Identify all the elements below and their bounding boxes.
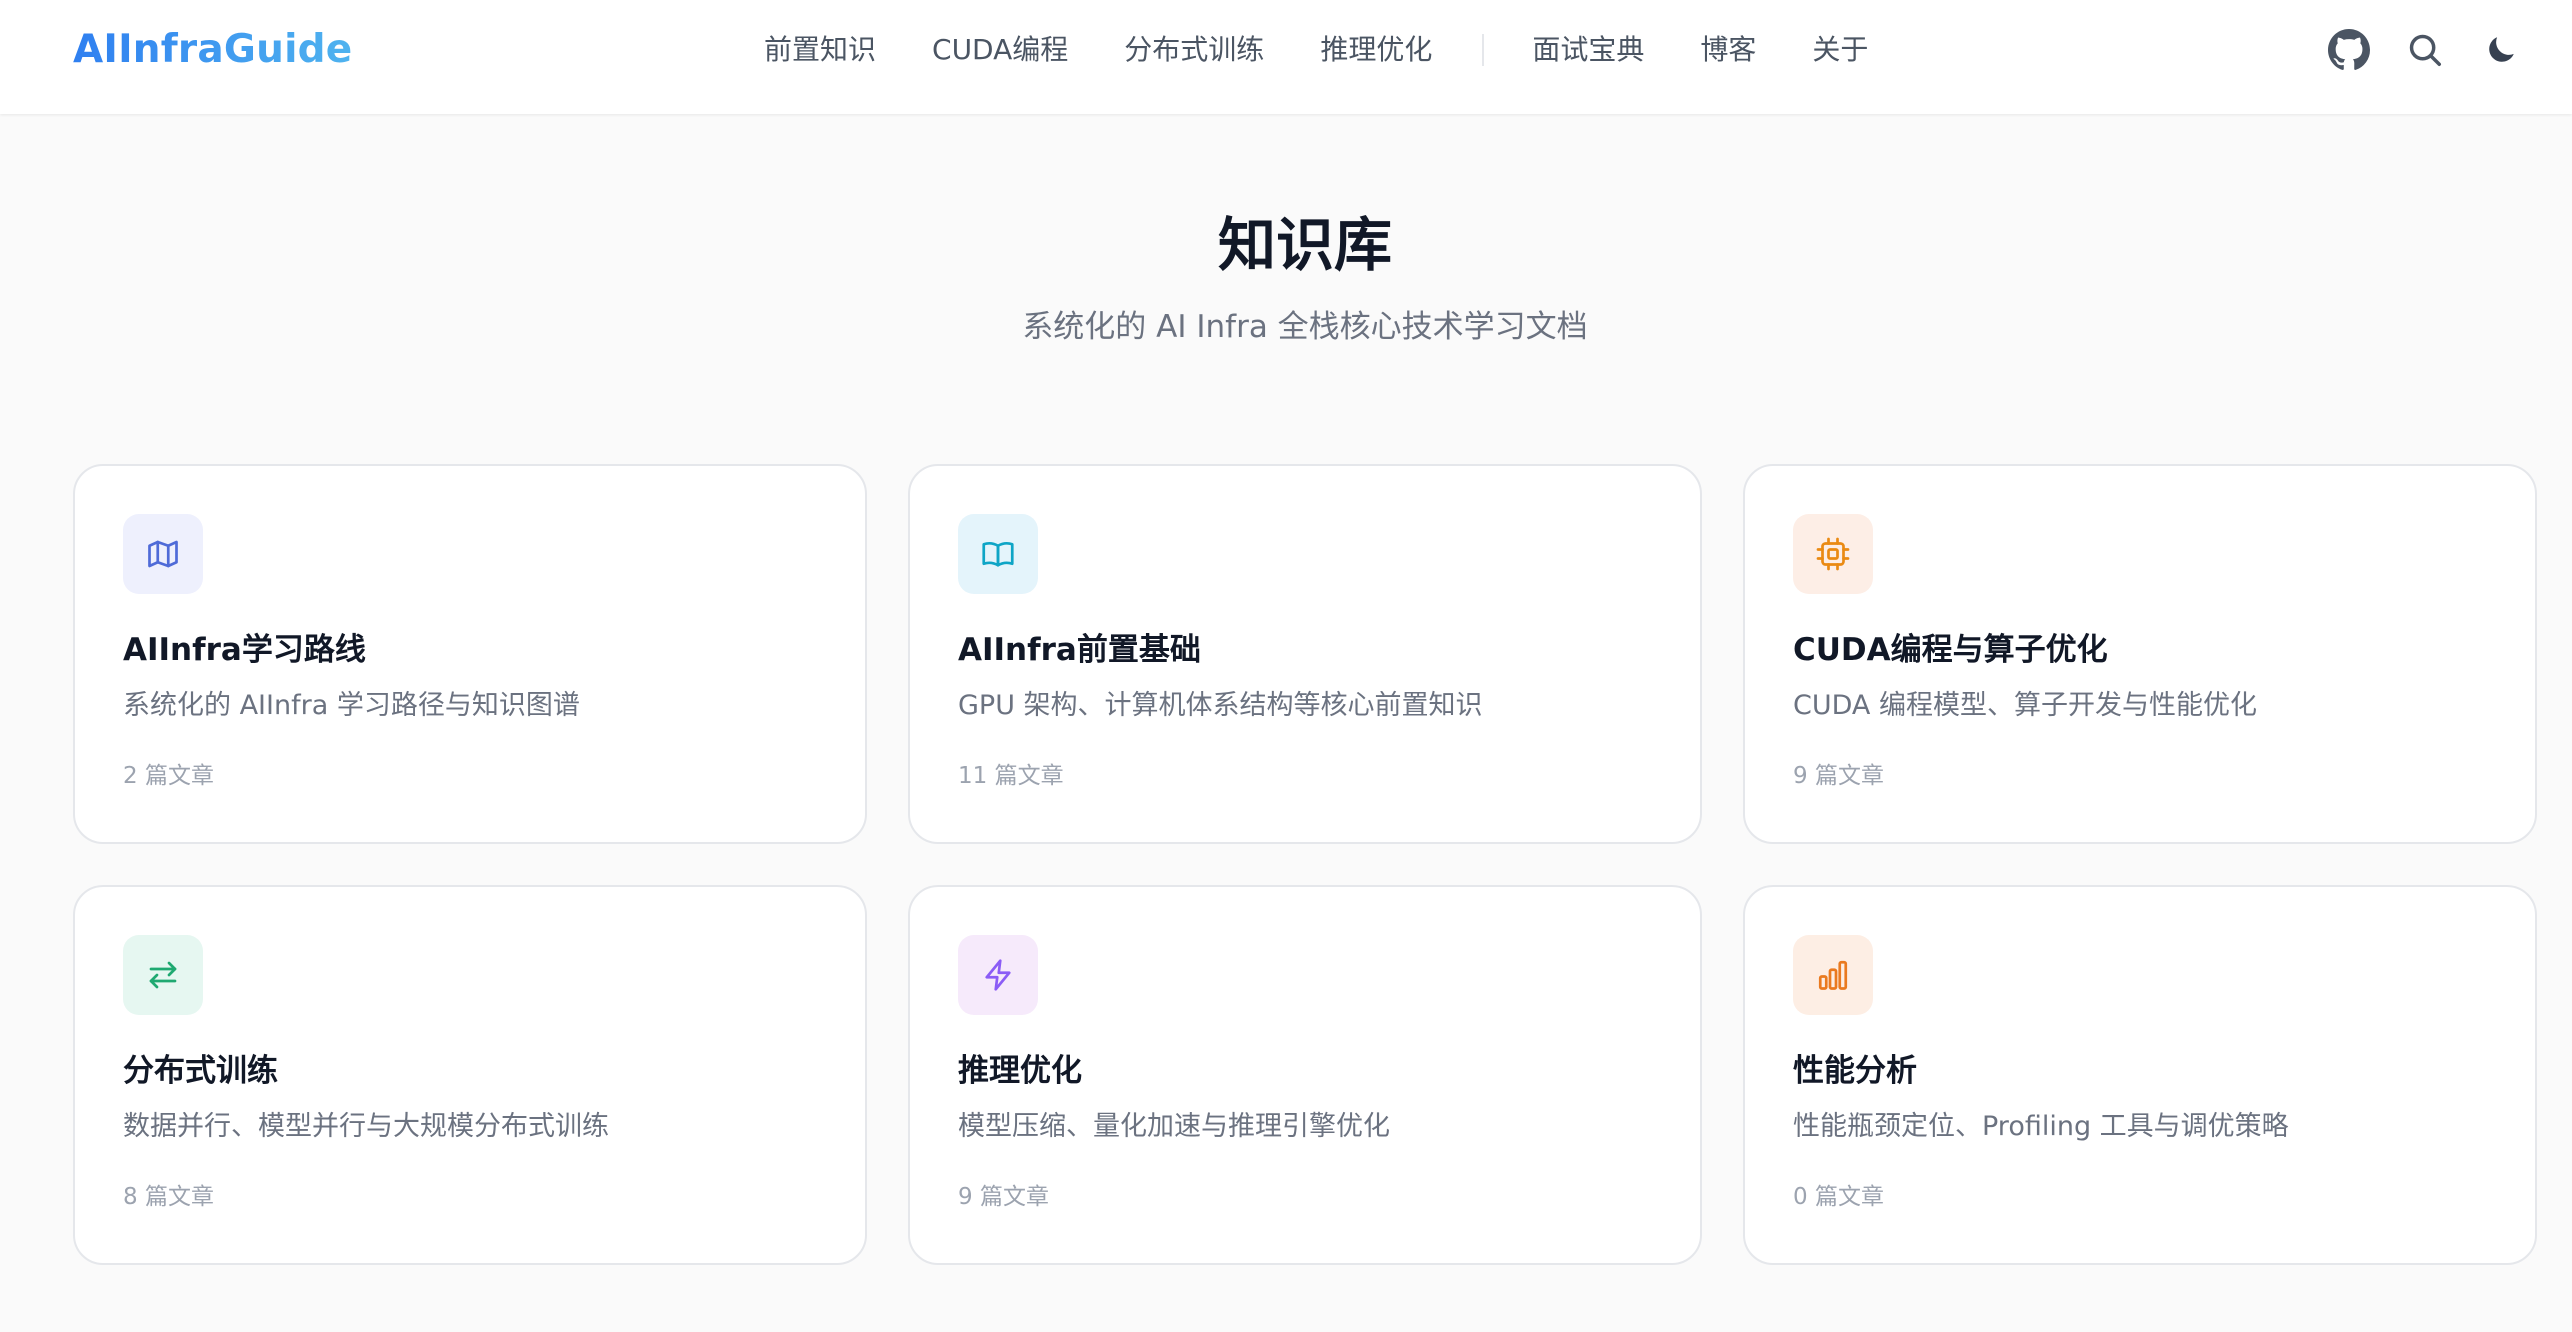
knowledge-card-grid: AIInfra学习路线 系统化的 AIInfra 学习路径与知识图谱 2 篇文章… xyxy=(73,464,2537,1265)
nav-divider xyxy=(1482,34,1485,66)
search-icon[interactable] xyxy=(2403,28,2447,72)
card-description: 性能瓶颈定位、Profiling 工具与调优策略 xyxy=(1793,1111,2289,1142)
page-subtitle: 系统化的 AI Infra 全栈核心技术学习文档 xyxy=(1022,309,1588,345)
card-distributed-training[interactable]: 分布式训练 数据并行、模型并行与大规模分布式训练 8 篇文章 xyxy=(73,885,867,1265)
card-article-count: 0 篇文章 xyxy=(1793,1184,1884,1210)
card-title: 性能分析 xyxy=(1793,1053,1917,1089)
card-article-count: 11 篇文章 xyxy=(958,763,1064,789)
card-icon-bg xyxy=(123,935,203,1015)
card-title: AIInfra前置基础 xyxy=(958,632,1201,668)
card-title: CUDA编程与算子优化 xyxy=(1793,632,2108,668)
card-icon-bg xyxy=(1793,514,1873,594)
map-icon xyxy=(148,540,178,568)
nav-link-distributed-training[interactable]: 分布式训练 xyxy=(1124,30,1264,70)
card-description: CUDA 编程模型、算子开发与性能优化 xyxy=(1793,690,2257,721)
nav-link-prerequisites[interactable]: 前置知识 xyxy=(764,30,876,70)
card-performance-analysis[interactable]: 性能分析 性能瓶颈定位、Profiling 工具与调优策略 0 篇文章 xyxy=(1743,885,2537,1265)
card-description: 模型压缩、量化加速与推理引擎优化 xyxy=(958,1111,1390,1142)
arrows-exchange-icon xyxy=(149,961,177,989)
card-inference-optimization[interactable]: 推理优化 模型压缩、量化加速与推理引擎优化 9 篇文章 xyxy=(908,885,1702,1265)
card-description: 系统化的 AIInfra 学习路径与知识图谱 xyxy=(123,690,580,721)
card-description: GPU 架构、计算机体系结构等核心前置知识 xyxy=(958,690,1483,721)
card-article-count: 2 篇文章 xyxy=(123,763,214,789)
card-cuda-programming[interactable]: CUDA编程与算子优化 CUDA 编程模型、算子开发与性能优化 9 篇文章 xyxy=(1743,464,2537,844)
lightning-icon xyxy=(985,959,1011,991)
card-article-count: 9 篇文章 xyxy=(958,1184,1049,1210)
card-icon-bg xyxy=(1793,935,1873,1015)
nav-link-inference-optimization[interactable]: 推理优化 xyxy=(1320,30,1432,70)
card-article-count: 8 篇文章 xyxy=(123,1184,214,1210)
card-icon-bg xyxy=(958,514,1038,594)
main-nav: 前置知识 CUDA编程 分布式训练 推理优化 面试宝典 博客 关于 xyxy=(764,30,1868,70)
book-open-icon xyxy=(982,541,1014,567)
card-icon-bg xyxy=(958,935,1038,1015)
card-article-count: 9 篇文章 xyxy=(1793,763,1884,789)
card-title: 分布式训练 xyxy=(123,1053,278,1089)
cpu-icon xyxy=(1816,537,1850,571)
card-title: 推理优化 xyxy=(958,1053,1082,1089)
card-learning-roadmap[interactable]: AIInfra学习路线 系统化的 AIInfra 学习路径与知识图谱 2 篇文章 xyxy=(73,464,867,844)
nav-link-about[interactable]: 关于 xyxy=(1812,30,1868,70)
nav-link-interview[interactable]: 面试宝典 xyxy=(1532,30,1644,70)
page-title: 知识库 xyxy=(1217,211,1392,279)
top-navbar: AIInfraGuide 前置知识 CUDA编程 分布式训练 推理优化 面试宝典… xyxy=(0,0,2572,114)
github-icon[interactable] xyxy=(2327,28,2371,72)
nav-link-blog[interactable]: 博客 xyxy=(1700,30,1756,70)
moon-icon[interactable] xyxy=(2479,28,2523,72)
nav-link-cuda[interactable]: CUDA编程 xyxy=(932,30,1068,70)
card-description: 数据并行、模型并行与大规模分布式训练 xyxy=(123,1111,609,1142)
card-title: AIInfra学习路线 xyxy=(123,632,366,668)
bar-chart-icon xyxy=(1818,960,1848,990)
card-icon-bg xyxy=(123,514,203,594)
brand-logo[interactable]: AIInfraGuide xyxy=(73,26,352,74)
card-prerequisites[interactable]: AIInfra前置基础 GPU 架构、计算机体系结构等核心前置知识 11 篇文章 xyxy=(908,464,1702,844)
